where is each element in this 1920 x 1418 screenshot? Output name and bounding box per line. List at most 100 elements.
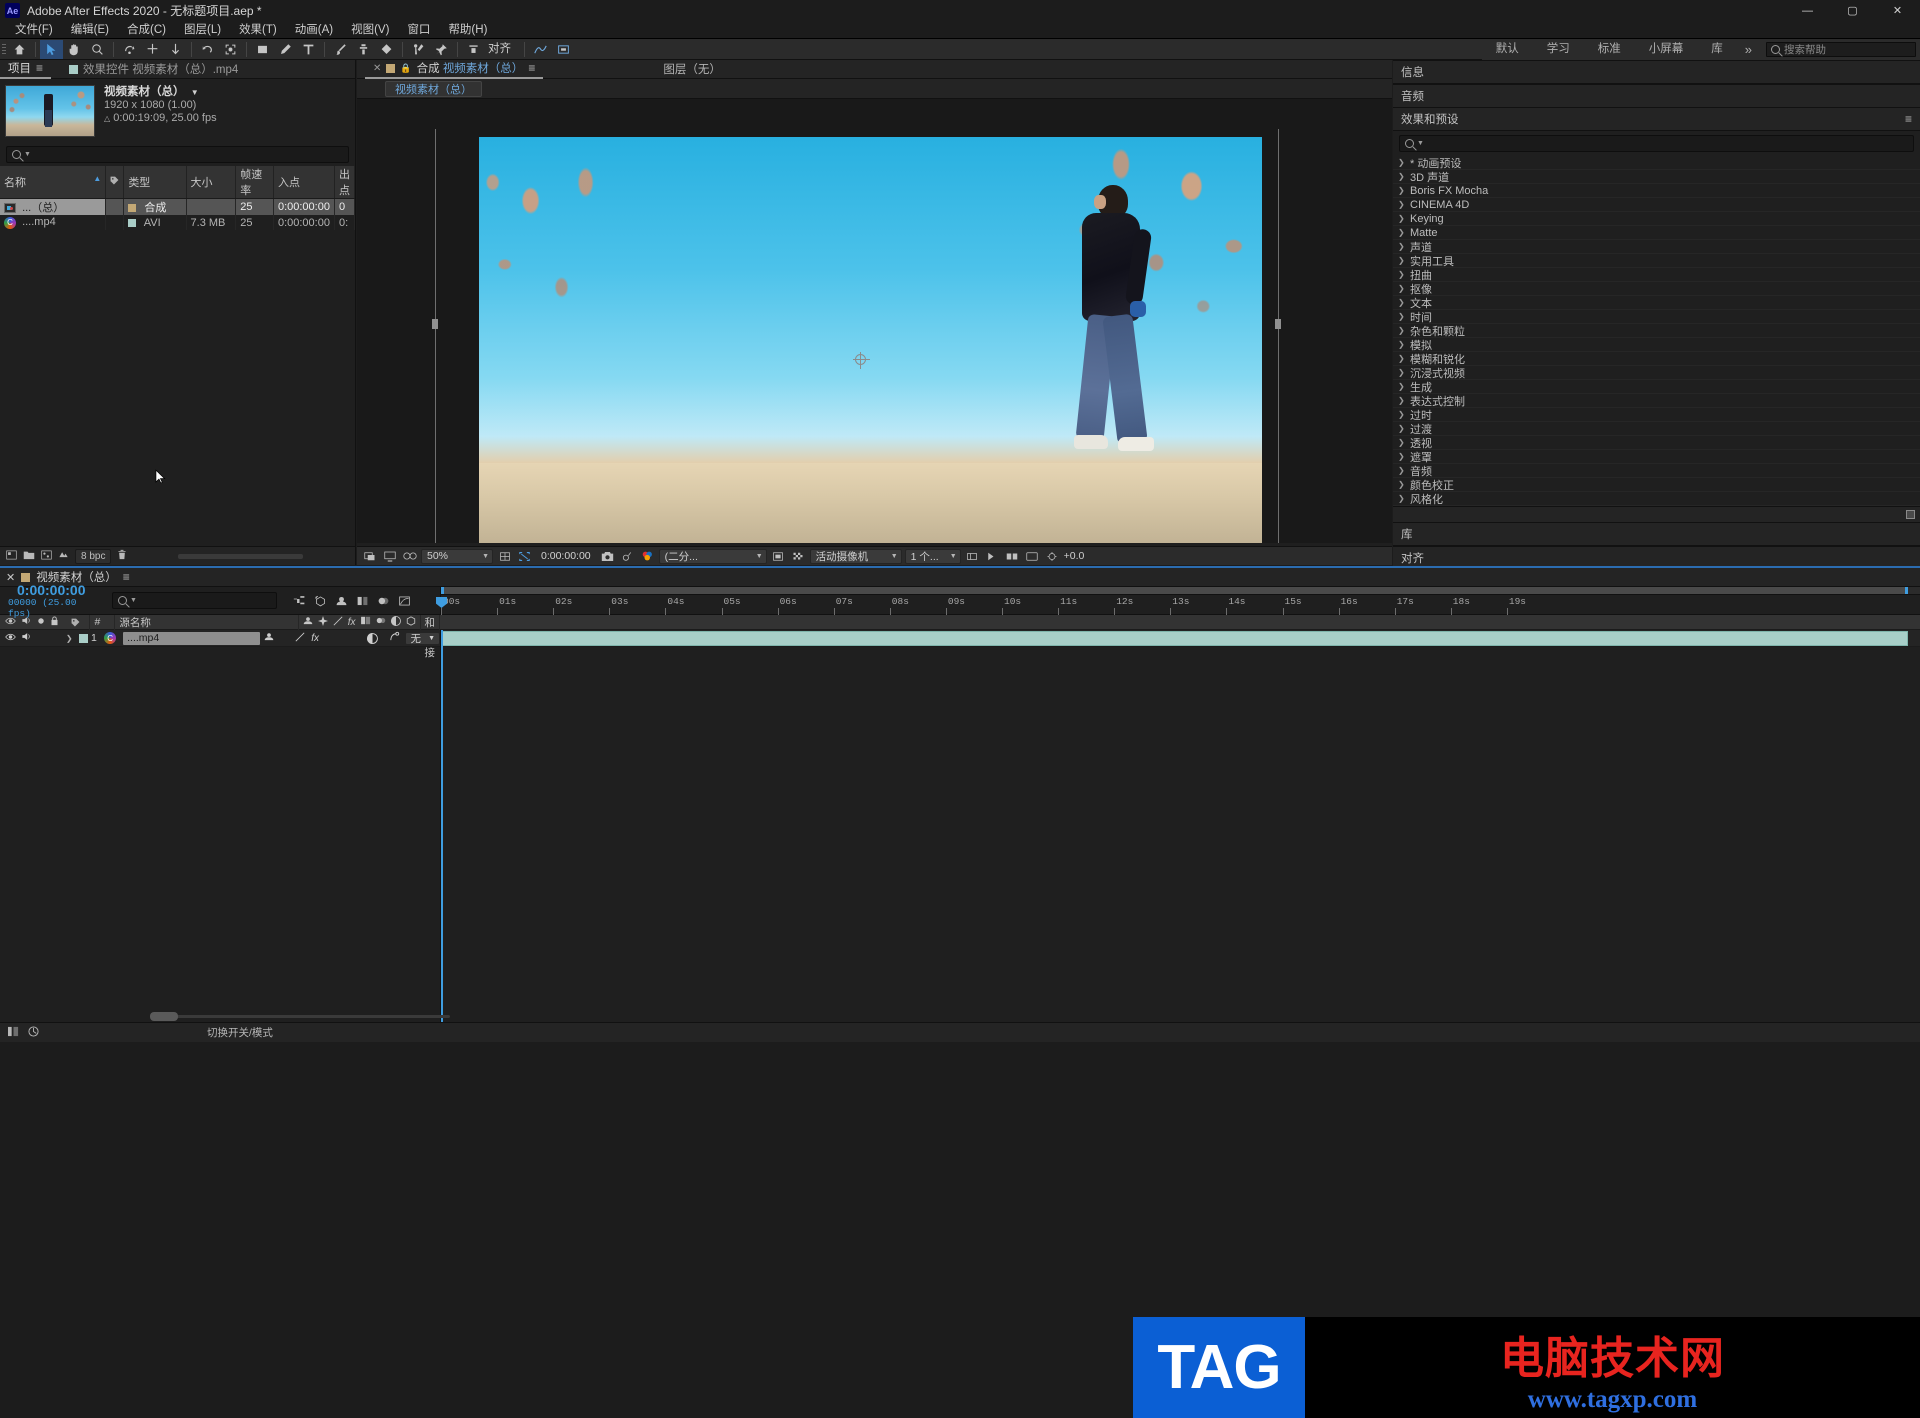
effect-category-row[interactable]: ❯ 音频 — [1393, 464, 1920, 478]
chevron-right-icon[interactable]: ❯ — [1398, 186, 1405, 195]
chevron-right-icon[interactable]: ❯ — [1398, 284, 1405, 293]
effect-category-row[interactable]: ❯ Keying — [1393, 212, 1920, 226]
roto-brush-icon[interactable] — [219, 40, 242, 59]
rectangle-tool-icon[interactable] — [251, 40, 274, 59]
draft-3d-icon[interactable] — [310, 591, 331, 610]
grid-guides-icon[interactable] — [496, 549, 513, 564]
3d-glasses-icon[interactable] — [401, 549, 418, 564]
zoom-level-dropdown[interactable]: 50% ▼ — [421, 548, 493, 564]
effect-category-row[interactable]: ❯ 生成 — [1393, 380, 1920, 394]
workspace-tab-library[interactable]: 库 — [1697, 39, 1737, 60]
zoom-tool-icon[interactable] — [86, 40, 109, 59]
menu-help[interactable]: 帮助(H) — [439, 21, 496, 39]
quality-icon[interactable] — [333, 616, 343, 629]
toolbar-grip[interactable] — [0, 39, 8, 60]
timeline-track-area[interactable] — [440, 630, 1920, 1022]
effect-category-row[interactable]: ❯ 扭曲 — [1393, 268, 1920, 282]
comp-flowchart-icon[interactable] — [1024, 549, 1041, 564]
chevron-right-icon[interactable]: ❯ — [1398, 480, 1405, 489]
pixel-aspect-icon[interactable] — [964, 549, 981, 564]
align-panel-toggle[interactable] — [462, 40, 485, 59]
chevron-right-icon[interactable]: ❯ — [1398, 228, 1405, 237]
effect-category-row[interactable]: ❯ 文本 — [1393, 296, 1920, 310]
menu-view[interactable]: 视图(V) — [342, 21, 398, 39]
collapse-transformations-icon[interactable] — [317, 615, 328, 629]
effect-category-row[interactable]: ❯ * 动画预设 — [1393, 156, 1920, 170]
workspace-tab-small-screen[interactable]: 小屏幕 — [1635, 39, 1698, 60]
chevron-right-icon[interactable]: ❯ — [1398, 214, 1405, 223]
effect-category-row[interactable]: ❯ 抠像 — [1393, 282, 1920, 296]
puppet-pin-icon[interactable] — [407, 40, 430, 59]
row-label[interactable] — [105, 198, 125, 215]
undo-icon[interactable] — [196, 40, 219, 59]
tab-composition[interactable]: ✕ 🔒 合成 视频素材（总） ≡ — [365, 60, 544, 79]
effect-category-row[interactable]: ❯ Matte — [1393, 226, 1920, 240]
current-time-indicator[interactable] — [436, 597, 447, 613]
rotation-tool-icon[interactable] — [118, 40, 141, 59]
layer-shy-switch[interactable] — [264, 632, 274, 644]
graph-editor-icon[interactable] — [394, 591, 415, 610]
new-composition-icon[interactable] — [41, 550, 52, 563]
view-layout-dropdown[interactable]: 1 个... ▼ — [904, 548, 961, 564]
channel-rgb-icon[interactable] — [639, 549, 656, 564]
col-framerate[interactable]: 帧速率 — [235, 166, 274, 199]
layer-video-toggle[interactable] — [5, 632, 16, 644]
parent-link-column-header[interactable]: 父级和链接 — [421, 587, 440, 659]
tab-effect-controls[interactable]: 效果控件 视频素材（总）.mp4 — [61, 60, 246, 79]
region-of-interest-icon[interactable] — [516, 549, 533, 564]
lock-icon[interactable]: 🔒 — [400, 63, 411, 74]
composition-panel-menu-icon[interactable]: ≡ — [528, 61, 535, 75]
chevron-right-icon[interactable]: ❯ — [1398, 312, 1405, 321]
menu-layer[interactable]: 图层(L) — [175, 21, 230, 39]
timeline-horizontal-scrollbar[interactable] — [150, 1012, 450, 1021]
row-name[interactable]: ....mp4 — [0, 215, 107, 230]
interpret-footage-icon[interactable] — [6, 550, 17, 563]
exposure-value[interactable]: +0.0 — [1064, 550, 1085, 562]
layer-motion-blur-switch[interactable] — [360, 632, 384, 644]
menu-effect[interactable]: 效果(T) — [230, 21, 286, 39]
col-size[interactable]: 大小 — [186, 166, 237, 199]
menu-file[interactable]: 文件(F) — [6, 21, 62, 39]
chevron-right-icon[interactable]: ❯ — [1398, 158, 1405, 167]
effect-category-row[interactable]: ❯ CINEMA 4D — [1393, 198, 1920, 212]
brush-tool-icon[interactable] — [329, 40, 352, 59]
effect-category-row[interactable]: ❯ 杂色和颗粒 — [1393, 324, 1920, 338]
effect-category-row[interactable]: ❯ 表达式控制 — [1393, 394, 1920, 408]
chevron-right-icon[interactable]: ❯ — [1398, 242, 1405, 251]
close-button[interactable]: ✕ — [1875, 0, 1920, 21]
chevron-right-icon[interactable]: ❯ — [1398, 368, 1405, 377]
timeline-link-icon[interactable] — [1004, 549, 1021, 564]
help-search-input[interactable]: 搜索帮助 — [1766, 42, 1916, 57]
parent-pickwhip-icon[interactable] — [389, 631, 400, 645]
timeline-current-time[interactable]: 0:00:00:00 — [17, 583, 100, 597]
menu-composition[interactable]: 合成(C) — [118, 21, 175, 39]
chevron-right-icon[interactable]: ❯ — [1398, 452, 1405, 461]
info-panel-header[interactable]: 信息 — [1393, 60, 1920, 84]
pen-tool-icon[interactable] — [274, 40, 297, 59]
work-area-range[interactable] — [441, 587, 1908, 594]
delete-icon[interactable] — [117, 549, 127, 563]
frame-blend-icon[interactable] — [360, 616, 371, 628]
frame-render-icon[interactable] — [28, 1025, 39, 1040]
chevron-right-icon[interactable]: ❯ — [1398, 382, 1405, 391]
show-snapshot-icon[interactable] — [619, 549, 636, 564]
chevron-right-icon[interactable]: ❯ — [1398, 354, 1405, 363]
source-name-column-header[interactable]: 源名称 — [115, 614, 299, 630]
menu-animation[interactable]: 动画(A) — [286, 21, 342, 39]
effects-search-input[interactable]: ▼ — [1399, 135, 1914, 152]
effect-category-row[interactable]: ❯ 过时 — [1393, 408, 1920, 422]
resolution-dropdown[interactable]: (二分... ▼ — [658, 548, 767, 564]
minimize-button[interactable]: — — [1785, 0, 1830, 21]
workspace-tab-default[interactable]: 默认 — [1482, 39, 1533, 60]
timeline-panel-menu-icon[interactable]: ≡ — [123, 570, 130, 584]
layer-source-name[interactable]: ....mp4 — [123, 631, 261, 645]
adjustment-layer-icon[interactable] — [390, 615, 401, 629]
motion-blur-icon[interactable] — [376, 616, 386, 628]
eraser-tool-icon[interactable] — [375, 40, 398, 59]
menu-edit[interactable]: 编辑(E) — [62, 21, 118, 39]
chevron-right-icon[interactable]: ❯ — [1398, 396, 1405, 405]
maximize-button[interactable]: ▢ — [1830, 0, 1875, 21]
chevron-right-icon[interactable]: ❯ — [1398, 172, 1405, 181]
timeline-search-input[interactable]: ▼ — [112, 592, 277, 609]
audio-panel-header[interactable]: 音频 — [1393, 84, 1920, 108]
